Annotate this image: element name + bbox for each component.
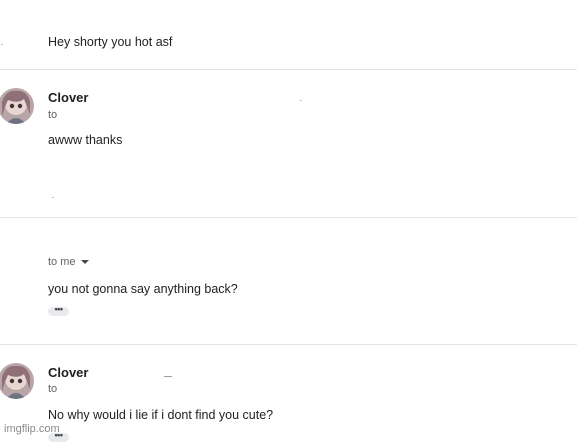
- chevron-down-icon[interactable]: [80, 260, 89, 265]
- avatar-image: [0, 88, 34, 124]
- message-1[interactable]: Hey shorty you hot asf: [0, 0, 577, 69]
- avatar-image: [0, 363, 34, 399]
- avatar[interactable]: [0, 88, 34, 124]
- recipient-line[interactable]: to me: [48, 256, 89, 268]
- message-2[interactable]: Clover to awww thanks: [0, 70, 577, 217]
- faint-mark: [164, 376, 172, 377]
- recipient-label: to: [48, 109, 58, 121]
- recipient-line[interactable]: to: [48, 383, 57, 395]
- message-4[interactable]: Clover to No why would i lie if i dont f…: [0, 345, 577, 442]
- message-body: you not gonna say anything back?: [48, 282, 238, 296]
- recipient-label: to: [48, 383, 58, 395]
- message-body: No why would i lie if i dont find you cu…: [48, 408, 274, 422]
- sender-name[interactable]: Clover: [48, 365, 88, 380]
- watermark-text: imgflip.com: [4, 423, 60, 435]
- show-trimmed-content-button[interactable]: •••: [48, 305, 69, 316]
- recipient-label: to me: [48, 256, 76, 268]
- sender-name[interactable]: Clover: [48, 90, 88, 105]
- faint-mark: [52, 197, 54, 198]
- faint-mark: [1, 44, 3, 45]
- recipient-line[interactable]: to: [48, 109, 57, 121]
- message-body: awww thanks: [48, 133, 123, 147]
- email-thread: Hey shorty you hot asf Clover to awww th…: [0, 0, 577, 442]
- message-3[interactable]: to me you not gonna say anything back? •…: [0, 218, 577, 344]
- avatar[interactable]: [0, 363, 34, 399]
- message-body: Hey shorty you hot asf: [48, 35, 173, 49]
- faint-mark: [300, 100, 302, 101]
